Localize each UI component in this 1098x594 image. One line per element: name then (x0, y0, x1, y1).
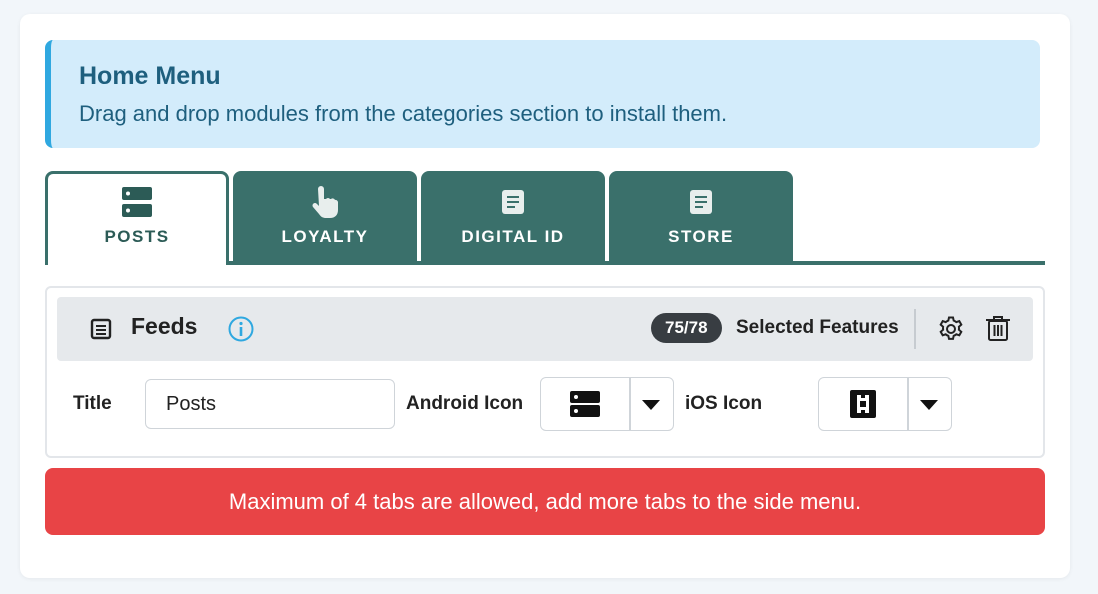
selected-features-label: Selected Features (736, 317, 899, 338)
tab-store-label: STORE (668, 227, 734, 246)
max-tabs-error-alert: Maximum of 4 tabs are allowed, add more … (45, 468, 1045, 535)
android-select-divider (629, 378, 631, 430)
android-icon-label: Android Icon (406, 393, 524, 414)
page-description: Drag and drop modules from the categorie… (79, 101, 728, 126)
home-menu-info-alert: Home Menu Drag and drop modules from the… (45, 40, 1040, 148)
list-icon (90, 318, 112, 340)
server-icon (122, 187, 152, 217)
tab-posts-label: POSTS (104, 227, 170, 246)
ios-select-divider (907, 378, 909, 430)
document-icon (502, 190, 524, 214)
hand-pointer-icon (312, 186, 338, 218)
tab-loyalty[interactable]: LOYALTY (233, 171, 417, 261)
section-title: Feeds (131, 313, 198, 339)
tab-bar: POSTS LOYALTY DIGITAL ID STORE (45, 171, 1045, 265)
page-title: Home Menu (79, 62, 221, 90)
title-field-label: Title (73, 393, 112, 414)
tab-loyalty-label: LOYALTY (281, 227, 369, 246)
feeds-panel-header: Feeds 75/78 Selected Features (57, 297, 1033, 361)
trash-icon[interactable] (985, 314, 1011, 342)
tab-posts[interactable]: POSTS (45, 171, 229, 265)
tab-digital-id-label: DIGITAL ID (461, 227, 565, 246)
gear-icon[interactable] (937, 315, 965, 343)
document-icon (690, 190, 712, 214)
info-circle-icon[interactable] (227, 315, 255, 343)
chevron-down-icon (920, 400, 938, 410)
ios-icon-select[interactable] (818, 377, 952, 431)
feeds-panel: Feeds 75/78 Selected Features Title Post… (45, 286, 1045, 458)
title-input[interactable] (145, 379, 395, 429)
server-icon (570, 391, 600, 417)
android-icon-select[interactable] (540, 377, 674, 431)
tab-store[interactable]: STORE (609, 171, 793, 261)
header-divider (914, 309, 916, 349)
selected-count-badge: 75/78 (651, 313, 722, 343)
tab-digital-id[interactable]: DIGITAL ID (421, 171, 605, 261)
frame-corners-icon (850, 390, 876, 418)
chevron-down-icon (642, 400, 660, 410)
home-menu-card: Home Menu Drag and drop modules from the… (20, 14, 1070, 578)
ios-icon-label: iOS Icon (685, 393, 763, 414)
